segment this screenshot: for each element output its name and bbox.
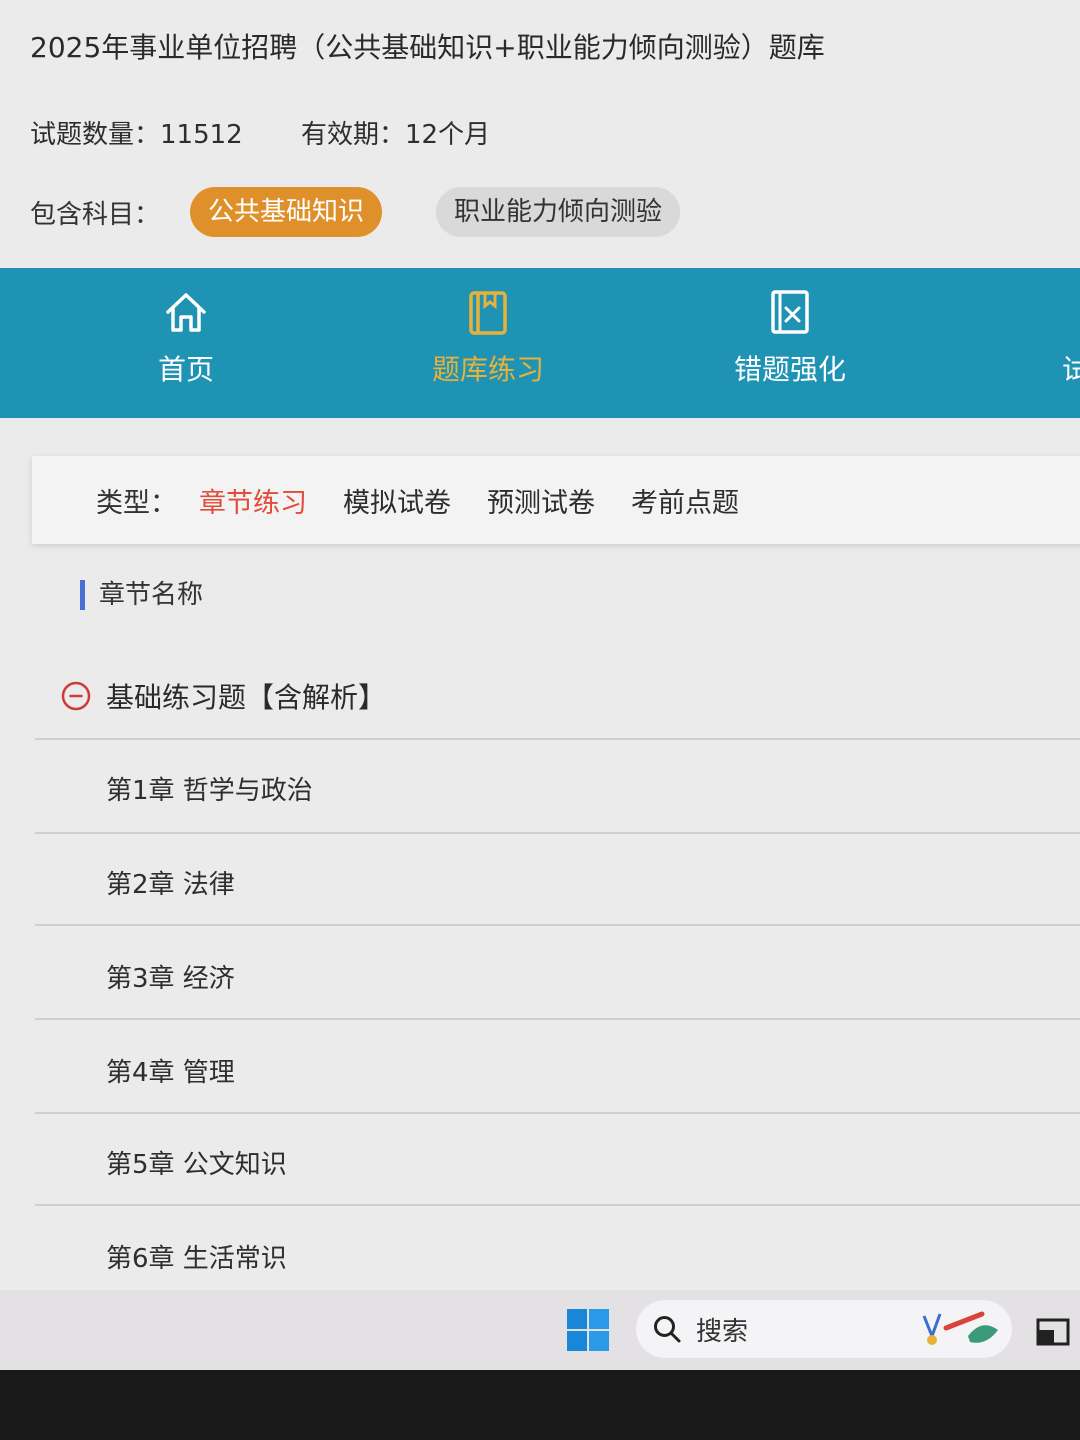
chapter-item-1[interactable]: 第1章 哲学与政治 <box>106 770 313 807</box>
nav-item-question-bank[interactable]: 题库练习 <box>388 286 588 388</box>
nav-item-home[interactable]: 首页 <box>86 286 286 388</box>
nav-label-home: 首页 <box>157 353 214 386</box>
chapter-item-5[interactable]: 第5章 公文知识 <box>106 1144 287 1181</box>
windows-start-icon[interactable] <box>566 1308 610 1352</box>
subject-chip-public-knowledge[interactable]: 公共基础知识 <box>190 187 383 237</box>
divider <box>35 832 1080 834</box>
app-screen: 2025年事业单位招聘（公共基础知识+职业能力倾向测验）题库 试题数量：1151… <box>0 0 1080 1370</box>
main-nav: 首页 题库练习 错题强化 试题 <box>0 268 1080 418</box>
divider <box>35 738 1080 740</box>
nav-label-exam: 试题 <box>1061 353 1080 386</box>
more-icon <box>1064 286 1080 338</box>
meta-row: 试题数量：11512 有效期：12个月 <box>30 114 540 151</box>
search-placeholder: 搜索 <box>696 1316 749 1347</box>
subjects-label: 包含科目： <box>30 199 161 230</box>
type-filter-label: 类型： <box>96 487 177 519</box>
search-icon <box>654 1316 681 1343</box>
home-icon <box>166 293 206 332</box>
search-highlight-icon <box>922 1311 998 1345</box>
type-option-pre-exam-tips[interactable]: 考前点题 <box>631 481 739 520</box>
type-option-prediction-paper[interactable]: 预测试卷 <box>487 481 595 520</box>
subject-chip-aptitude-test[interactable]: 职业能力倾向测验 <box>436 187 681 237</box>
book-icon <box>469 291 507 335</box>
chapter-group-title: 基础练习题【含解析】 <box>106 681 387 714</box>
subjects-row: 包含科目： 公共基础知识 职业能力倾向测验 <box>30 186 734 238</box>
wrong-answers-icon <box>771 290 809 334</box>
nav-label-wrong-answers: 错题强化 <box>733 353 846 386</box>
divider <box>35 924 1080 926</box>
taskbar-search-box[interactable]: 搜索 <box>636 1300 1012 1358</box>
divider <box>35 1112 1080 1114</box>
nav-label-question-bank: 题库练习 <box>431 353 544 386</box>
chapter-group-header[interactable]: 基础练习题【含解析】 <box>60 676 386 716</box>
nav-item-wrong-answers[interactable]: 错题强化 <box>690 286 890 388</box>
question-count: 试题数量：11512 <box>30 120 243 150</box>
type-filter: 类型： 章节练习 模拟试卷 预测试卷 考前点题 <box>32 456 1080 544</box>
divider <box>35 1018 1080 1020</box>
type-option-mock-paper[interactable]: 模拟试卷 <box>343 481 451 520</box>
os-taskbar: 搜索 <box>0 1290 1080 1370</box>
type-option-chapter-practice[interactable]: 章节练习 <box>199 481 307 520</box>
nav-item-exam[interactable]: 试题 <box>990 286 1080 388</box>
collapse-circle-icon[interactable] <box>60 680 92 712</box>
chapter-item-4[interactable]: 第4章 管理 <box>106 1052 235 1089</box>
task-view-icon[interactable] <box>1036 1312 1072 1346</box>
chapter-item-6[interactable]: 第6章 生活常识 <box>106 1238 287 1275</box>
page-title: 2025年事业单位招聘（公共基础知识+职业能力倾向测验）题库 <box>30 31 825 64</box>
divider <box>35 1204 1080 1206</box>
chapter-section-heading: 章节名称 <box>80 580 203 610</box>
chapter-item-2[interactable]: 第2章 法律 <box>106 864 235 901</box>
chapter-item-3[interactable]: 第3章 经济 <box>106 958 235 995</box>
validity-period: 有效期：12个月 <box>300 120 491 150</box>
